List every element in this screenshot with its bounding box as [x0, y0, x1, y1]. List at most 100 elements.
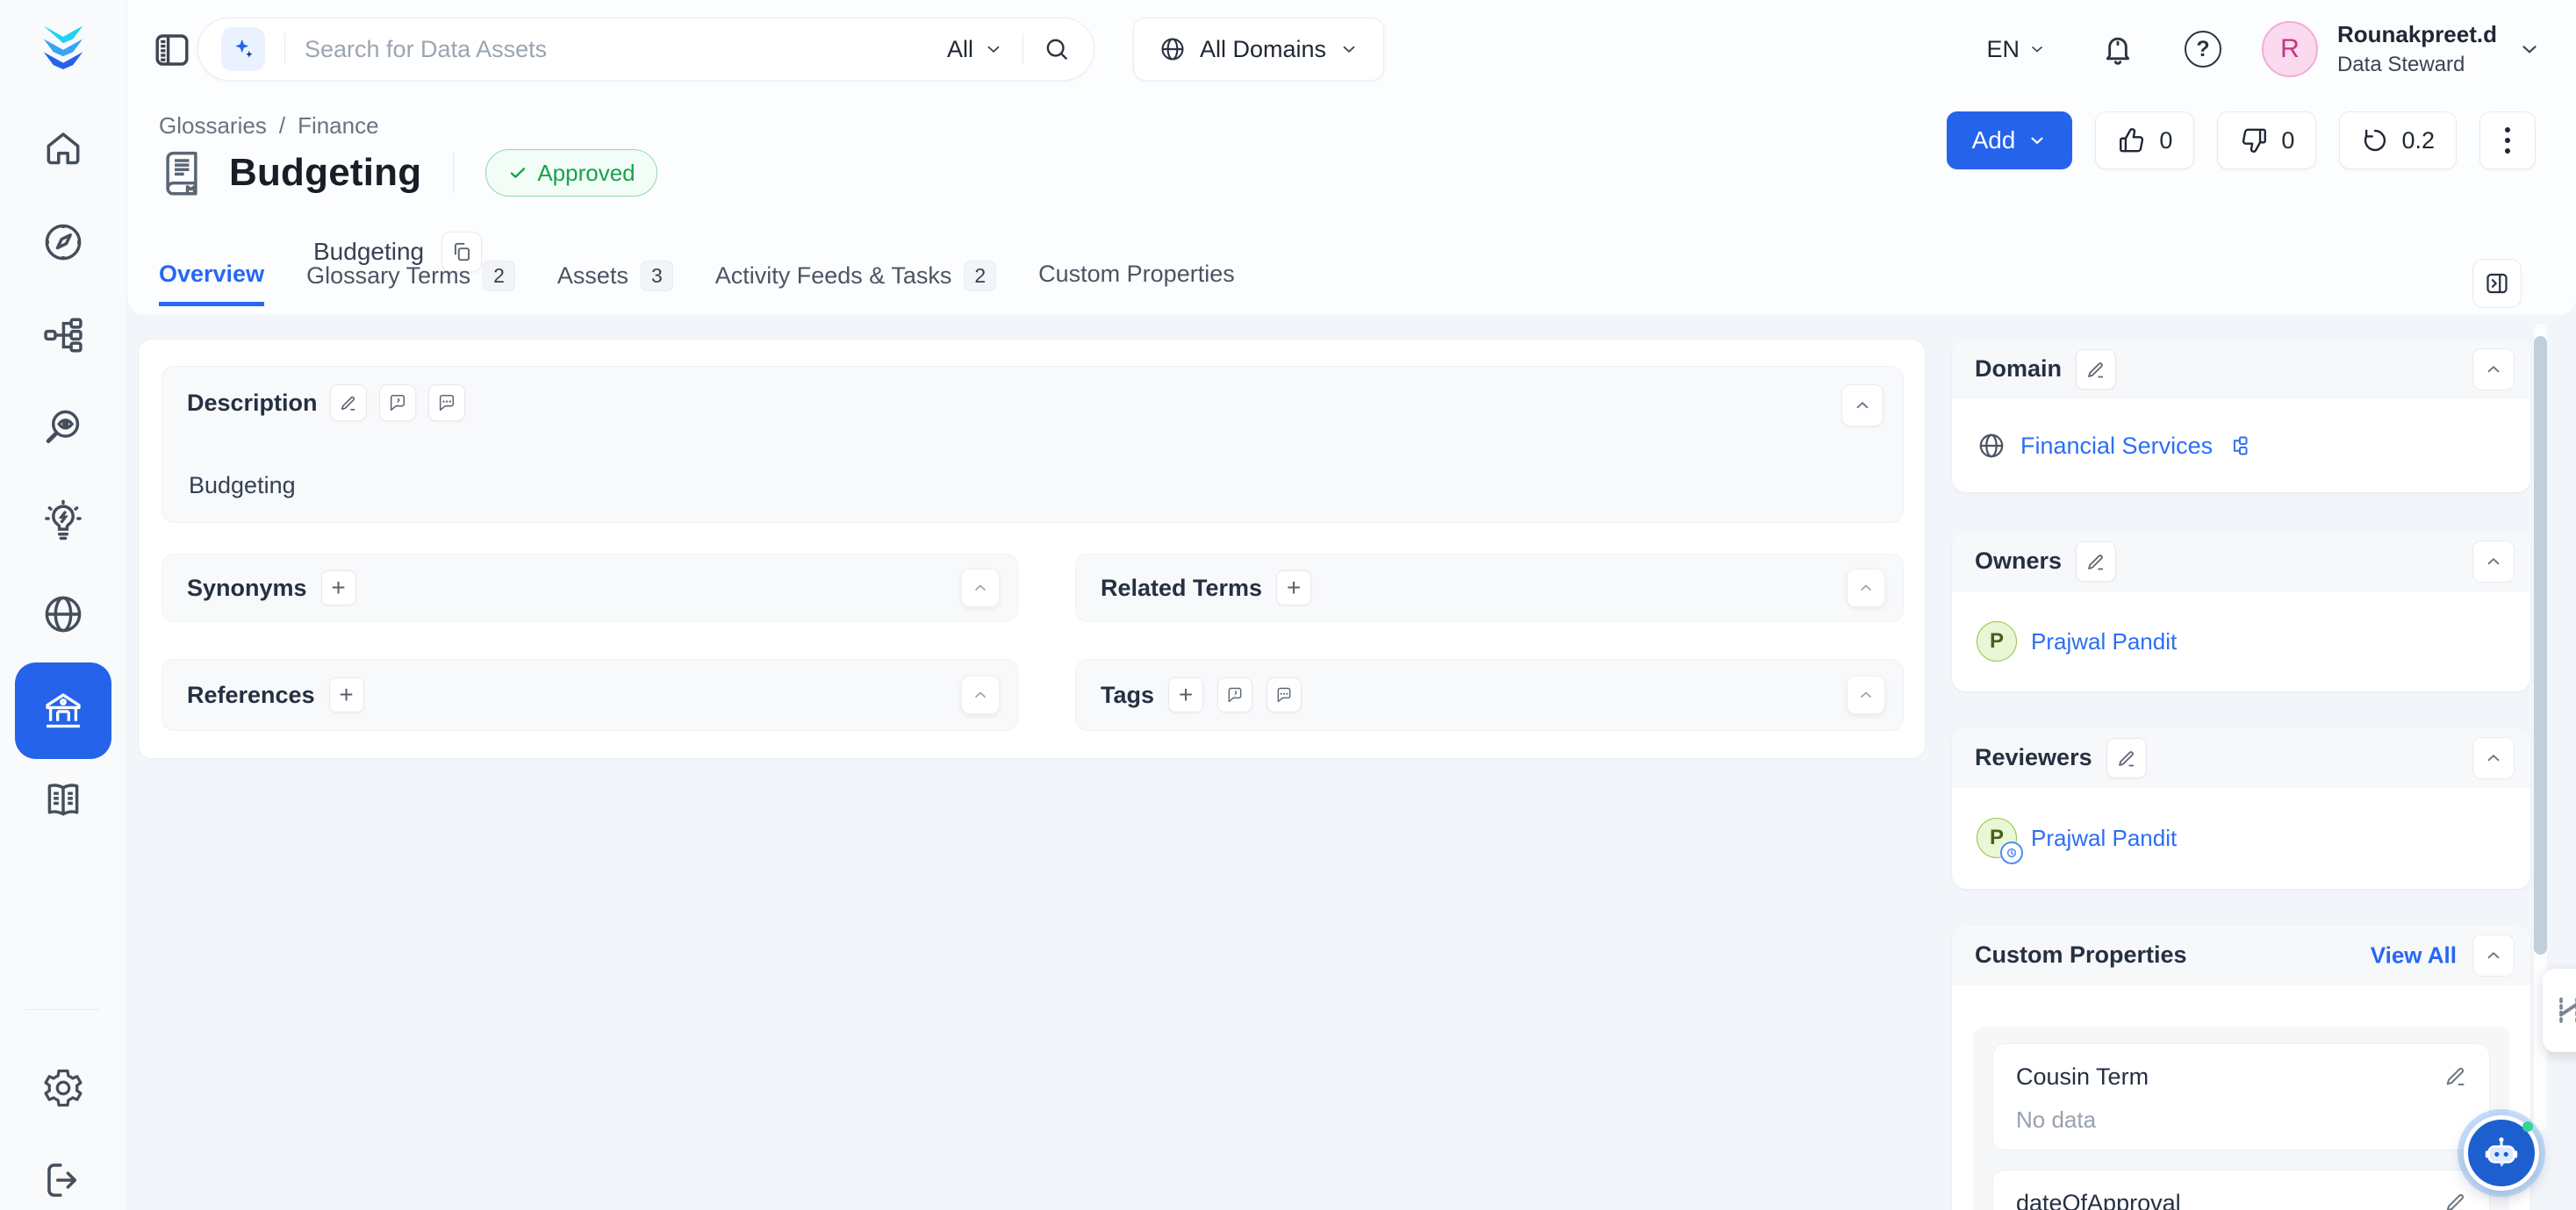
- language-selector[interactable]: EN: [1986, 36, 2046, 63]
- chat-assistant-button[interactable]: [2464, 1115, 2539, 1191]
- request-tags-button[interactable]: [1217, 677, 1252, 712]
- breadcrumb-glossaries[interactable]: Glossaries: [159, 112, 267, 140]
- sidebar-item-knowledge-center[interactable]: [19, 758, 107, 842]
- search-submit-icon[interactable]: [1043, 35, 1071, 63]
- domain-collapse-button[interactable]: [2472, 348, 2515, 390]
- edit-property-button[interactable]: [2443, 1190, 2468, 1210]
- tab-custom-properties[interactable]: Custom Properties: [1038, 261, 1235, 302]
- thumbs-down-icon: [2239, 125, 2269, 155]
- upvote-button[interactable]: 0: [2095, 111, 2194, 169]
- custom-properties-list: Cousin Term No data dateOfApproval: [1973, 1027, 2509, 1210]
- description-card: Description: [161, 366, 1904, 523]
- tab-label: Overview: [159, 261, 264, 288]
- search-input[interactable]: [305, 36, 947, 63]
- version-button[interactable]: 0.2: [2339, 111, 2457, 169]
- sidebar-divider: [26, 1009, 100, 1010]
- sidebar-item-logout[interactable]: [19, 1138, 107, 1210]
- sidebar-item-lineage[interactable]: [19, 293, 107, 377]
- open-book-icon: [40, 777, 86, 823]
- property-name: dateOfApproval: [2016, 1190, 2466, 1210]
- right-panel-scrollbar[interactable]: [2534, 336, 2547, 955]
- sidebar-item-explore[interactable]: [19, 200, 107, 284]
- chevron-up-icon: [2484, 552, 2503, 571]
- add-synonym-button[interactable]: +: [321, 570, 356, 605]
- tab-label: Glossary Terms: [306, 262, 470, 290]
- add-reference-button[interactable]: +: [329, 677, 364, 712]
- app-root: All All Domains EN: [0, 0, 2576, 1210]
- custom-property-date-of-approval: dateOfApproval: [1992, 1170, 2490, 1210]
- reviewers-collapse-button[interactable]: [2472, 737, 2515, 779]
- add-tag-button[interactable]: +: [1168, 677, 1203, 712]
- status-badge: Approved: [485, 149, 657, 197]
- custom-properties-collapse-button[interactable]: [2472, 934, 2515, 977]
- breadcrumb-separator: /: [279, 112, 285, 140]
- tab-bar: Overview Glossary Terms 2 Assets 3 Activ…: [159, 261, 1235, 306]
- references-collapse-button[interactable]: [961, 676, 1000, 714]
- floating-widget-handle[interactable]: [2543, 969, 2576, 1052]
- app-logo[interactable]: [37, 19, 90, 74]
- breadcrumb: Glossaries / Finance: [159, 112, 379, 140]
- sidebar-item-domains[interactable]: [19, 572, 107, 656]
- breadcrumb-finance[interactable]: Finance: [298, 112, 379, 140]
- edit-reviewers-button[interactable]: [2106, 738, 2147, 778]
- description-text: Budgeting: [189, 472, 296, 499]
- sidebar-item-home[interactable]: [19, 105, 107, 190]
- edit-owners-button[interactable]: [2076, 541, 2116, 582]
- owner-link[interactable]: Prajwal Pandit: [2031, 628, 2177, 655]
- page-title: Budgeting: [229, 151, 421, 195]
- synonyms-collapse-button[interactable]: [961, 569, 1000, 607]
- tags-tasks-button[interactable]: [1266, 677, 1302, 712]
- tab-activity-feeds[interactable]: Activity Feeds & Tasks 2: [715, 261, 996, 305]
- home-icon: [41, 125, 85, 169]
- edit-domain-button[interactable]: [2076, 349, 2116, 390]
- description-collapse-button[interactable]: [1841, 384, 1884, 426]
- add-related-term-button[interactable]: +: [1276, 570, 1311, 605]
- topbar-right: EN ? R Rounakpreet.d Data Steward: [1986, 0, 2541, 98]
- related-terms-card: Related Terms +: [1075, 554, 1904, 622]
- user-menu-chevron-icon[interactable]: [2518, 38, 2541, 61]
- sidebar-item-observability[interactable]: [19, 386, 107, 470]
- edit-description-button[interactable]: [330, 384, 367, 421]
- tab-overview[interactable]: Overview: [159, 261, 264, 306]
- user-avatar[interactable]: R: [2262, 21, 2318, 77]
- downvote-button[interactable]: 0: [2217, 111, 2316, 169]
- edit-property-button[interactable]: [2443, 1063, 2468, 1088]
- glossary-term-icon: [157, 147, 206, 198]
- tags-card: Tags +: [1075, 659, 1904, 731]
- sidebar-item-insights[interactable]: [19, 479, 107, 563]
- description-tasks-button[interactable]: [428, 384, 465, 421]
- search-scope-dropdown[interactable]: All: [947, 36, 1003, 63]
- all-domains-dropdown[interactable]: All Domains: [1133, 18, 1384, 81]
- domain-link[interactable]: Financial Services: [2020, 433, 2213, 460]
- tab-assets[interactable]: Assets 3: [557, 261, 673, 305]
- chevron-up-icon: [972, 686, 989, 704]
- more-options-button[interactable]: [2479, 111, 2536, 169]
- property-value: No data: [2016, 1106, 2466, 1134]
- search-eye-icon: [40, 405, 86, 451]
- sidebar-item-glossary[interactable]: [15, 662, 111, 759]
- tags-collapse-button[interactable]: [1847, 676, 1885, 714]
- chevron-up-icon: [972, 579, 989, 597]
- ai-sparkle-icon[interactable]: [221, 27, 265, 71]
- reviewer-link[interactable]: Prajwal Pandit: [2031, 825, 2177, 852]
- title-divider: [453, 153, 454, 193]
- owners-collapse-button[interactable]: [2472, 541, 2515, 583]
- version-history-icon: [2361, 126, 2389, 154]
- tab-glossary-terms[interactable]: Glossary Terms 2: [306, 261, 515, 305]
- request-description-button[interactable]: [379, 384, 416, 421]
- logo-icon: [37, 19, 90, 74]
- notifications-button[interactable]: [2100, 32, 2135, 67]
- search-divider: [284, 33, 285, 65]
- bell-icon: [2100, 32, 2135, 67]
- add-button[interactable]: Add: [1947, 111, 2073, 169]
- help-button[interactable]: ?: [2185, 31, 2221, 68]
- related-terms-collapse-button[interactable]: [1847, 569, 1885, 607]
- custom-properties-section: Custom Properties View All Cousin Term N…: [1952, 925, 2530, 1210]
- sidebar-toggle-button[interactable]: [148, 26, 196, 74]
- page-header: All All Domains EN: [127, 0, 2576, 315]
- search-scope-label: All: [947, 36, 973, 63]
- view-all-link[interactable]: View All: [2371, 942, 2457, 969]
- sidebar-item-settings[interactable]: [19, 1046, 107, 1130]
- owners-section: Owners P Prajwal Pandit: [1952, 531, 2530, 691]
- collapse-right-panel-button[interactable]: [2472, 259, 2522, 308]
